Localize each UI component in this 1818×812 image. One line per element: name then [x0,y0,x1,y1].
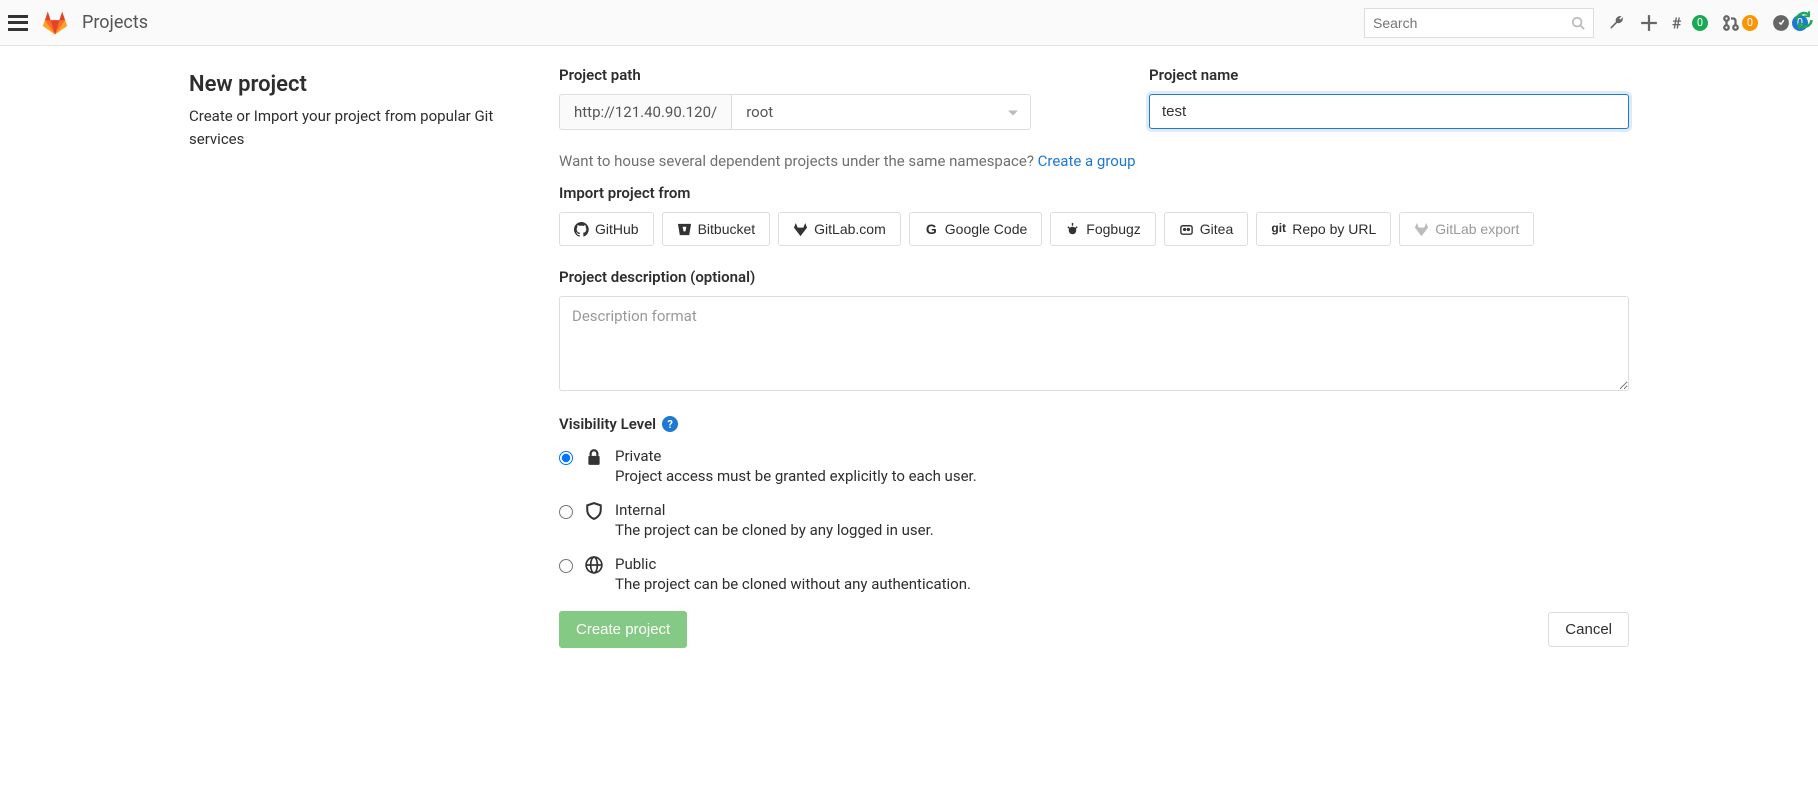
search-box[interactable] [1364,8,1594,38]
gitlab-export-icon [1414,222,1429,237]
import-github-button[interactable]: GitHub [559,212,654,246]
visibility-public-radio[interactable] [559,559,573,573]
visibility-internal-title: Internal [615,501,934,519]
cancel-button[interactable]: Cancel [1548,612,1629,647]
lock-icon [585,448,603,466]
import-googlecode-button[interactable]: G Google Code [909,212,1043,246]
gitea-icon [1179,222,1194,237]
description-textarea[interactable] [559,296,1629,391]
admin-wrench-icon[interactable] [1608,14,1626,32]
visibility-help-icon[interactable]: ? [662,416,678,432]
project-name-input[interactable] [1149,94,1629,129]
import-buttons: GitHub Bitbucket GitLab.com G Google Cod… [559,212,1629,246]
visibility-label: Visibility Level [559,415,656,433]
import-gitea-button[interactable]: Gitea [1164,212,1248,246]
visibility-internal-radio[interactable] [559,505,573,519]
page-heading: New project [189,72,529,97]
top-nav: Projects # 0 0 0 [0,0,1818,46]
create-group-link[interactable]: Create a group [1038,152,1136,170]
namespace-select[interactable]: root [731,94,1031,130]
import-gitlabcom-button[interactable]: GitLab.com [778,212,901,246]
import-repo-by-url-button[interactable]: git Repo by URL [1256,212,1391,246]
googlecode-icon: G [924,222,939,237]
svg-text:#: # [1672,14,1682,32]
description-label: Project description (optional) [559,268,1629,286]
nav-title[interactable]: Projects [82,12,148,33]
menu-toggle-icon[interactable] [8,15,28,31]
fogbugz-icon [1065,222,1080,237]
namespace-hint: Want to house several dependent projects… [559,152,1629,170]
project-name-label: Project name [1149,66,1629,84]
issues-icon[interactable]: # 0 [1672,14,1708,32]
new-plus-icon[interactable] [1640,14,1658,32]
visibility-public-desc: The project can be cloned without any au… [615,575,971,593]
merge-requests-icon[interactable]: 0 [1722,14,1758,32]
import-gitlab-export-button[interactable]: GitLab export [1399,212,1534,246]
visibility-public-title: Public [615,555,971,573]
globe-icon [585,556,603,574]
gitlab-logo-icon[interactable] [42,10,68,36]
path-prefix: http://121.40.90.120/ [559,94,731,130]
search-input[interactable] [1373,15,1571,31]
shield-icon [585,502,603,520]
create-project-button[interactable]: Create project [559,611,687,648]
mrs-count-badge: 0 [1742,15,1758,31]
import-bitbucket-button[interactable]: Bitbucket [662,212,771,246]
import-label: Import project from [559,184,1629,202]
namespace-value: root [746,103,773,121]
search-icon [1571,16,1585,30]
visibility-internal-desc: The project can be cloned by any logged … [615,521,934,539]
activity-indicator-icon [1794,10,1814,30]
bitbucket-icon [677,222,692,237]
project-path-label: Project path [559,66,1119,84]
issues-count-badge: 0 [1692,15,1708,31]
gitlab-icon [793,222,808,237]
import-fogbugz-button[interactable]: Fogbugz [1050,212,1155,246]
github-icon [574,222,589,237]
git-icon: git [1271,222,1286,237]
visibility-private-title: Private [615,447,977,465]
visibility-private-desc: Project access must be granted explicitl… [615,467,977,485]
page-subheading: Create or Import your project from popul… [189,105,529,150]
visibility-private-radio[interactable] [559,451,573,465]
